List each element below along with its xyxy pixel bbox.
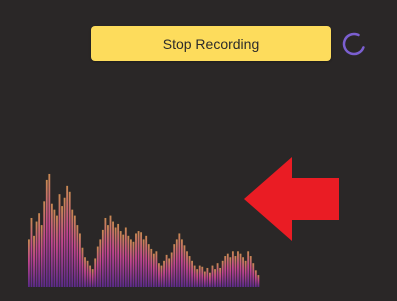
visualizer-bar <box>63 197 66 287</box>
visualizer-bar <box>35 221 38 287</box>
visualizer-bar <box>109 215 112 287</box>
visualizer-bar <box>86 260 89 287</box>
visualizer-bar <box>137 231 140 287</box>
visualizer-bar <box>43 201 46 287</box>
visualizer-bar <box>237 251 239 287</box>
visualizer-bar <box>73 215 76 287</box>
visualizer-bar <box>221 260 224 287</box>
visualizer-bar <box>107 225 109 287</box>
visualizer-bar <box>165 254 168 287</box>
visualizer-bar <box>140 232 143 287</box>
visualizer-bar <box>61 206 63 287</box>
visualizer-bar <box>173 244 176 287</box>
recording-toolbar: Stop Recording <box>0 0 397 70</box>
visualizer-bar <box>209 272 211 287</box>
visualizer-bar <box>48 173 51 287</box>
visualizer-bar <box>101 229 104 287</box>
visualizer-bar <box>76 225 79 287</box>
visualizer-bar <box>244 260 247 287</box>
visualizer-bar <box>132 241 135 287</box>
visualizer-bar <box>129 239 132 287</box>
visualizer-bar <box>249 256 252 287</box>
visualizer-bar <box>216 263 219 287</box>
visualizer-bar <box>180 239 183 287</box>
visualizer-bar <box>94 258 97 287</box>
visualizer-bar <box>53 209 56 287</box>
visualizer-bar <box>234 256 237 287</box>
visualizer-bar <box>198 265 201 287</box>
visualizer-bar <box>252 263 255 287</box>
visualizer-bar <box>68 191 71 287</box>
visualizer-bar <box>145 235 148 287</box>
visualizer-bar <box>66 185 69 287</box>
visualizer-bar <box>168 258 171 287</box>
visualizer-bar <box>170 252 173 287</box>
visualizer-bar <box>152 253 155 287</box>
visualizer-bar <box>231 251 234 287</box>
loading-spinner-icon <box>342 32 366 56</box>
stop-recording-button[interactable]: Stop Recording <box>91 26 331 61</box>
visualizer-bar <box>257 275 260 287</box>
visualizer-bar <box>33 235 35 287</box>
visualizer-bar <box>58 194 61 287</box>
visualizer-bar <box>188 256 191 287</box>
visualizer-bar <box>239 253 242 287</box>
visualizer-bar <box>211 265 214 287</box>
visualizer-bar <box>196 269 199 287</box>
visualizer-bar <box>28 239 30 287</box>
visualizer-bar <box>99 239 102 287</box>
visualizer-bar <box>163 260 165 287</box>
visualizer-bar <box>193 265 196 287</box>
visualizer-bar <box>50 203 53 287</box>
visualizer-bar <box>155 251 158 287</box>
visualizer-bar <box>112 221 114 287</box>
visualizer-bar <box>114 227 117 287</box>
visualizer-bar <box>191 260 193 287</box>
visualizer-bar <box>203 271 206 287</box>
visualizer-bar <box>84 257 86 287</box>
visualizer-bar <box>186 251 188 287</box>
visualizer-bar <box>38 213 41 287</box>
visualizer-bar <box>104 217 107 287</box>
audio-visualizer <box>28 173 260 287</box>
visualizer-bar <box>89 265 92 287</box>
visualizer-bar <box>229 257 232 287</box>
red-pointer-arrow-icon <box>244 157 339 241</box>
visualizer-bar <box>201 266 204 287</box>
visualizer-bar <box>178 233 181 287</box>
visualizer-bar <box>81 247 84 287</box>
visualizer-bar <box>219 267 222 287</box>
visualizer-bar <box>135 233 137 287</box>
visualizer-bar <box>78 233 81 287</box>
visualizer-bar <box>147 244 150 287</box>
visualizer-bar <box>224 256 227 287</box>
visualizer-bar <box>214 269 216 287</box>
visualizer-bar <box>40 225 43 287</box>
visualizer-bar <box>242 257 244 287</box>
visualizer-bar <box>226 253 229 287</box>
visualizer-bar <box>254 270 257 287</box>
visualizer-bar <box>96 246 99 287</box>
visualizer-bar <box>124 227 127 287</box>
visualizer-bar <box>247 251 250 287</box>
visualizer-bar <box>91 269 94 287</box>
visualizer-bar <box>158 263 160 287</box>
visualizer-bar <box>122 234 125 287</box>
visualizer-bar <box>45 179 48 287</box>
visualizer-bar <box>127 235 130 287</box>
visualizer-bar <box>142 239 145 287</box>
visualizer-bar <box>117 223 120 287</box>
visualizer-bar <box>175 239 178 287</box>
visualizer-bar <box>150 248 153 287</box>
visualizer-bar <box>160 265 163 287</box>
visualizer-bar <box>206 267 209 287</box>
visualizer-bar <box>71 209 74 287</box>
visualizer-bar <box>30 217 33 287</box>
visualizer-bar <box>56 215 58 287</box>
visualizer-bar <box>183 245 186 287</box>
visualizer-bar <box>119 231 122 287</box>
